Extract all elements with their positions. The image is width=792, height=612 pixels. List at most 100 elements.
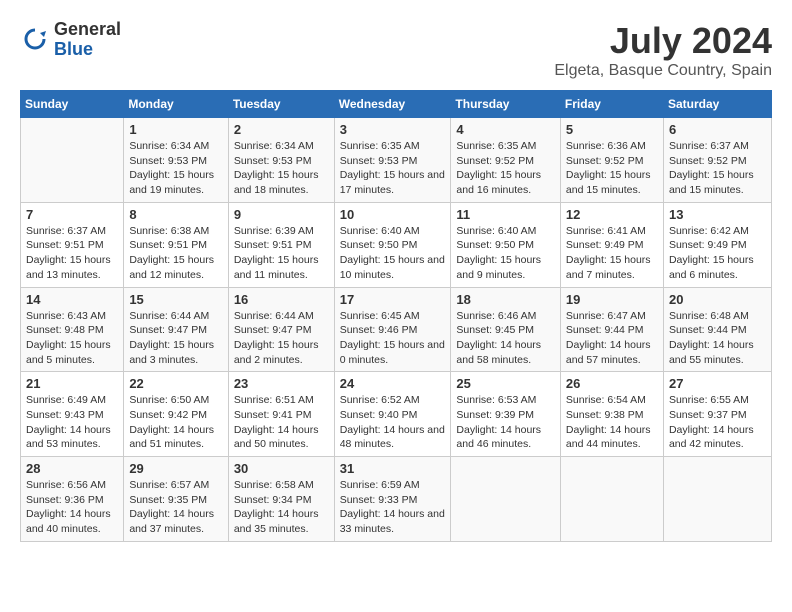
day-number: 5 <box>566 122 658 137</box>
day-number: 6 <box>669 122 766 137</box>
calendar-cell: 11 Sunrise: 6:40 AM Sunset: 9:50 PM Dayli… <box>451 202 561 287</box>
day-number: 24 <box>340 376 446 391</box>
day-number: 18 <box>456 292 555 307</box>
calendar-cell: 9 Sunrise: 6:39 AM Sunset: 9:51 PM Daylig… <box>228 202 334 287</box>
day-info: Sunrise: 6:40 AM Sunset: 9:50 PM Dayligh… <box>340 224 446 283</box>
day-info: Sunrise: 6:49 AM Sunset: 9:43 PM Dayligh… <box>26 393 118 452</box>
day-info: Sunrise: 6:52 AM Sunset: 9:40 PM Dayligh… <box>340 393 446 452</box>
day-number: 7 <box>26 207 118 222</box>
day-info: Sunrise: 6:55 AM Sunset: 9:37 PM Dayligh… <box>669 393 766 452</box>
calendar-cell: 27 Sunrise: 6:55 AM Sunset: 9:37 PM Dayli… <box>663 372 771 457</box>
day-info: Sunrise: 6:40 AM Sunset: 9:50 PM Dayligh… <box>456 224 555 283</box>
day-number: 26 <box>566 376 658 391</box>
calendar-cell: 28 Sunrise: 6:56 AM Sunset: 9:36 PM Dayli… <box>21 457 124 542</box>
week-row-5: 28 Sunrise: 6:56 AM Sunset: 9:36 PM Dayli… <box>21 457 772 542</box>
calendar-cell: 4Sunrise: 6:35 AM Sunset: 9:52 PM Daylig… <box>451 118 561 203</box>
logo: General Blue <box>20 20 121 60</box>
calendar-cell: 5 Sunrise: 6:36 AM Sunset: 9:52 PM Daylig… <box>560 118 663 203</box>
header-cell-wednesday: Wednesday <box>334 91 451 118</box>
logo-general: General <box>54 20 121 40</box>
calendar-cell: 8Sunrise: 6:38 AM Sunset: 9:51 PM Daylig… <box>124 202 228 287</box>
day-info: Sunrise: 6:59 AM Sunset: 9:33 PM Dayligh… <box>340 478 446 537</box>
day-info: Sunrise: 6:56 AM Sunset: 9:36 PM Dayligh… <box>26 478 118 537</box>
page-header: General Blue July 2024 Elgeta, Basque Co… <box>20 20 772 80</box>
day-number: 19 <box>566 292 658 307</box>
day-number: 28 <box>26 461 118 476</box>
day-number: 13 <box>669 207 766 222</box>
day-number: 20 <box>669 292 766 307</box>
calendar-cell: 19 Sunrise: 6:47 AM Sunset: 9:44 PM Dayli… <box>560 287 663 372</box>
calendar-cell: 22Sunrise: 6:50 AM Sunset: 9:42 PM Dayli… <box>124 372 228 457</box>
week-row-3: 14 Sunrise: 6:43 AM Sunset: 9:48 PM Dayli… <box>21 287 772 372</box>
calendar-cell: 31Sunrise: 6:59 AM Sunset: 9:33 PM Dayli… <box>334 457 451 542</box>
header-cell-sunday: Sunday <box>21 91 124 118</box>
calendar-cell: 30 Sunrise: 6:58 AM Sunset: 9:34 PM Dayli… <box>228 457 334 542</box>
day-info: Sunrise: 6:48 AM Sunset: 9:44 PM Dayligh… <box>669 309 766 368</box>
day-number: 11 <box>456 207 555 222</box>
calendar-cell: 2Sunrise: 6:34 AM Sunset: 9:53 PM Daylig… <box>228 118 334 203</box>
day-info: Sunrise: 6:37 AM Sunset: 9:51 PM Dayligh… <box>26 224 118 283</box>
calendar-cell: 1 Sunrise: 6:34 AM Sunset: 9:53 PM Daylig… <box>124 118 228 203</box>
day-number: 16 <box>234 292 329 307</box>
week-row-1: 1 Sunrise: 6:34 AM Sunset: 9:53 PM Daylig… <box>21 118 772 203</box>
day-info: Sunrise: 6:57 AM Sunset: 9:35 PM Dayligh… <box>129 478 222 537</box>
calendar-cell: 16 Sunrise: 6:44 AM Sunset: 9:47 PM Dayli… <box>228 287 334 372</box>
day-info: Sunrise: 6:44 AM Sunset: 9:47 PM Dayligh… <box>129 309 222 368</box>
day-number: 14 <box>26 292 118 307</box>
day-number: 8 <box>129 207 222 222</box>
day-info: Sunrise: 6:41 AM Sunset: 9:49 PM Dayligh… <box>566 224 658 283</box>
header-cell-saturday: Saturday <box>663 91 771 118</box>
calendar-cell: 12Sunrise: 6:41 AM Sunset: 9:49 PM Dayli… <box>560 202 663 287</box>
calendar-cell: 15 Sunrise: 6:44 AM Sunset: 9:47 PM Dayli… <box>124 287 228 372</box>
day-info: Sunrise: 6:44 AM Sunset: 9:47 PM Dayligh… <box>234 309 329 368</box>
calendar-cell: 17 Sunrise: 6:45 AM Sunset: 9:46 PM Dayli… <box>334 287 451 372</box>
day-number: 17 <box>340 292 446 307</box>
calendar-cell: 24 Sunrise: 6:52 AM Sunset: 9:40 PM Dayli… <box>334 372 451 457</box>
day-number: 27 <box>669 376 766 391</box>
header-row: SundayMondayTuesdayWednesdayThursdayFrid… <box>21 91 772 118</box>
day-number: 10 <box>340 207 446 222</box>
calendar-cell: 7 Sunrise: 6:37 AM Sunset: 9:51 PM Daylig… <box>21 202 124 287</box>
calendar-cell: 13Sunrise: 6:42 AM Sunset: 9:49 PM Dayli… <box>663 202 771 287</box>
day-info: Sunrise: 6:53 AM Sunset: 9:39 PM Dayligh… <box>456 393 555 452</box>
subtitle: Elgeta, Basque Country, Spain <box>554 62 772 80</box>
calendar-cell: 23Sunrise: 6:51 AM Sunset: 9:41 PM Dayli… <box>228 372 334 457</box>
day-number: 15 <box>129 292 222 307</box>
calendar-cell <box>451 457 561 542</box>
calendar-cell: 3Sunrise: 6:35 AM Sunset: 9:53 PM Daylig… <box>334 118 451 203</box>
day-number: 1 <box>129 122 222 137</box>
day-info: Sunrise: 6:45 AM Sunset: 9:46 PM Dayligh… <box>340 309 446 368</box>
calendar-cell <box>560 457 663 542</box>
header-cell-thursday: Thursday <box>451 91 561 118</box>
day-number: 30 <box>234 461 329 476</box>
header-cell-friday: Friday <box>560 91 663 118</box>
title-block: July 2024 Elgeta, Basque Country, Spain <box>554 20 772 80</box>
day-info: Sunrise: 6:34 AM Sunset: 9:53 PM Dayligh… <box>129 139 222 198</box>
day-info: Sunrise: 6:50 AM Sunset: 9:42 PM Dayligh… <box>129 393 222 452</box>
day-info: Sunrise: 6:47 AM Sunset: 9:44 PM Dayligh… <box>566 309 658 368</box>
calendar-body: 1 Sunrise: 6:34 AM Sunset: 9:53 PM Daylig… <box>21 118 772 542</box>
day-info: Sunrise: 6:39 AM Sunset: 9:51 PM Dayligh… <box>234 224 329 283</box>
day-number: 3 <box>340 122 446 137</box>
day-number: 29 <box>129 461 222 476</box>
day-info: Sunrise: 6:36 AM Sunset: 9:52 PM Dayligh… <box>566 139 658 198</box>
day-info: Sunrise: 6:51 AM Sunset: 9:41 PM Dayligh… <box>234 393 329 452</box>
day-number: 4 <box>456 122 555 137</box>
calendar-cell: 29 Sunrise: 6:57 AM Sunset: 9:35 PM Dayli… <box>124 457 228 542</box>
logo-blue: Blue <box>54 40 121 60</box>
day-info: Sunrise: 6:46 AM Sunset: 9:45 PM Dayligh… <box>456 309 555 368</box>
main-title: July 2024 <box>554 20 772 62</box>
day-number: 2 <box>234 122 329 137</box>
logo-text: General Blue <box>54 20 121 60</box>
day-info: Sunrise: 6:37 AM Sunset: 9:52 PM Dayligh… <box>669 139 766 198</box>
week-row-4: 21Sunrise: 6:49 AM Sunset: 9:43 PM Dayli… <box>21 372 772 457</box>
calendar-cell: 26Sunrise: 6:54 AM Sunset: 9:38 PM Dayli… <box>560 372 663 457</box>
calendar-cell: 25Sunrise: 6:53 AM Sunset: 9:39 PM Dayli… <box>451 372 561 457</box>
calendar-cell: 18 Sunrise: 6:46 AM Sunset: 9:45 PM Dayli… <box>451 287 561 372</box>
day-info: Sunrise: 6:58 AM Sunset: 9:34 PM Dayligh… <box>234 478 329 537</box>
calendar-table: SundayMondayTuesdayWednesdayThursdayFrid… <box>20 90 772 542</box>
calendar-cell: 21Sunrise: 6:49 AM Sunset: 9:43 PM Dayli… <box>21 372 124 457</box>
day-info: Sunrise: 6:43 AM Sunset: 9:48 PM Dayligh… <box>26 309 118 368</box>
day-number: 9 <box>234 207 329 222</box>
header-cell-monday: Monday <box>124 91 228 118</box>
